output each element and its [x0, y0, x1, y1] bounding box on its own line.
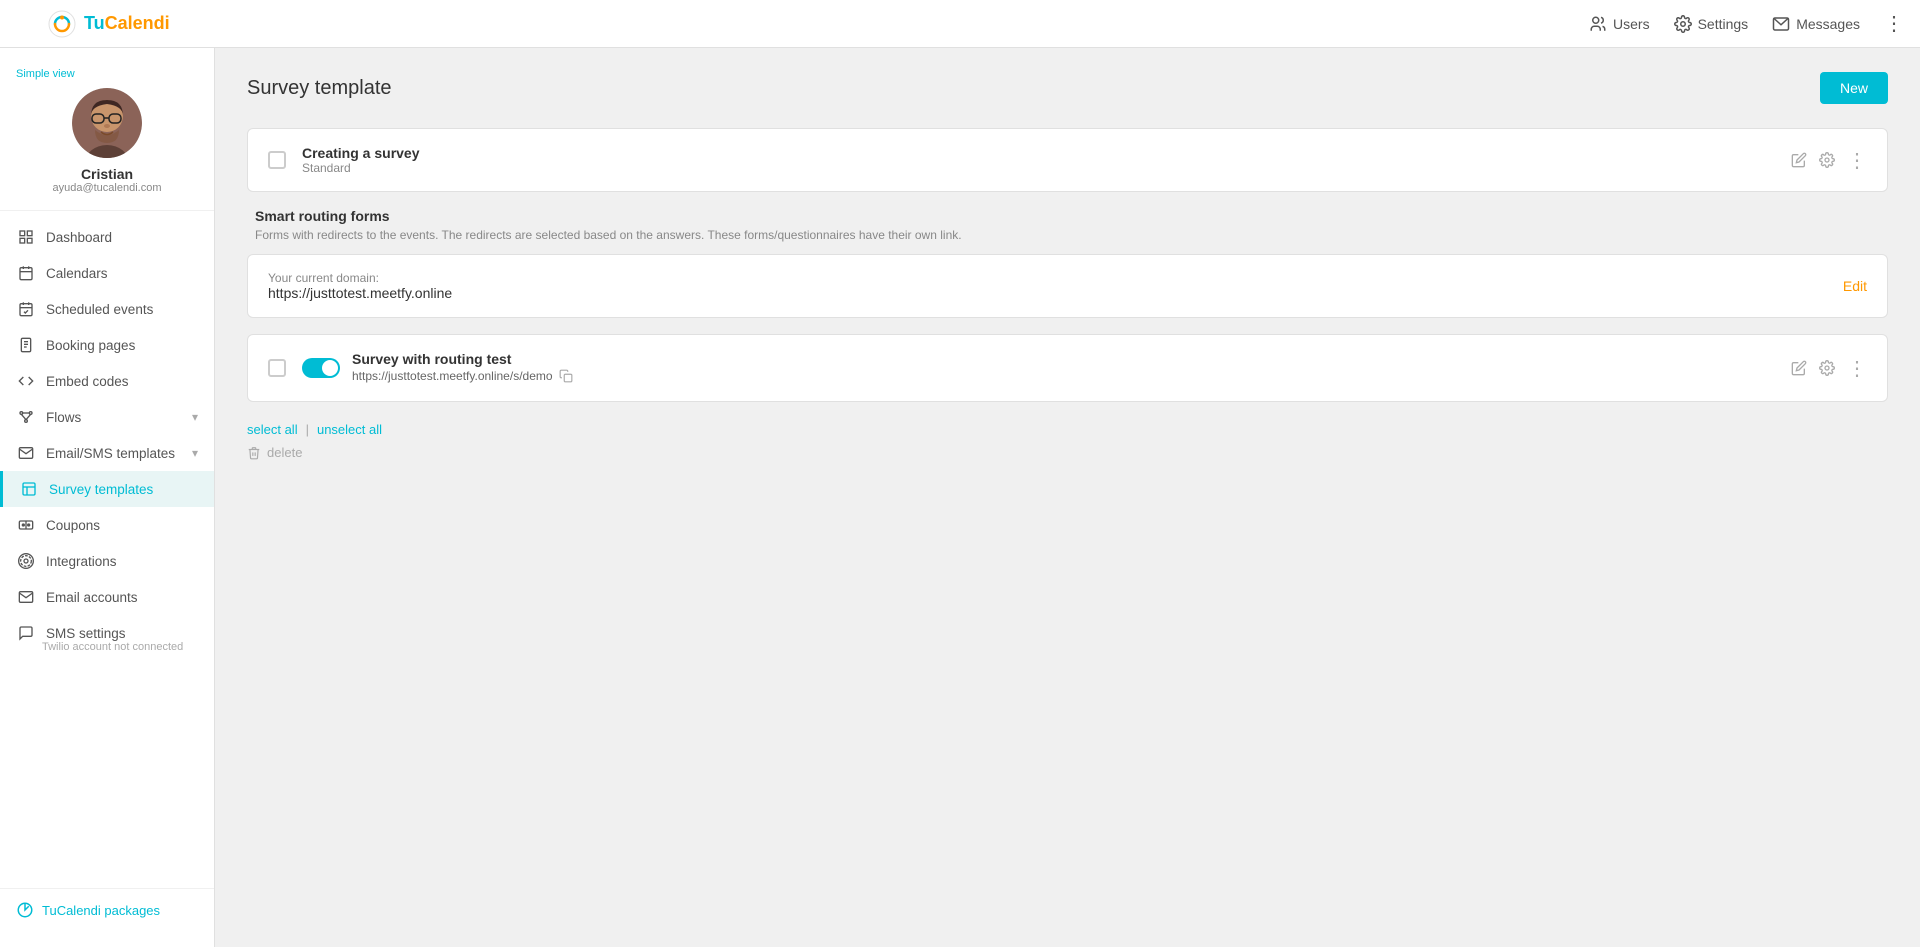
- standard-survey-card: Creating a survey Standard: [247, 128, 1888, 192]
- routing-survey-toggle[interactable]: [302, 358, 340, 378]
- survey-actions-1: ⋮: [1791, 148, 1867, 173]
- sidebar-item-email-sms-templates[interactable]: Email/SMS templates ▾: [0, 435, 214, 471]
- delete-label: delete: [267, 445, 302, 460]
- settings-survey-1-button[interactable]: [1819, 151, 1835, 169]
- smart-routing-section: Smart routing forms Forms with redirects…: [247, 208, 1888, 242]
- page-title: Survey template: [247, 77, 392, 100]
- sidebar-item-survey-templates[interactable]: Survey templates: [0, 471, 214, 507]
- calendars-icon: [16, 265, 36, 281]
- sidebar-bottom: TuCalendi packages: [0, 888, 214, 931]
- settings-icon: [1674, 15, 1692, 33]
- sidebar-item-coupons[interactable]: Coupons: [0, 507, 214, 543]
- flows-icon: [16, 409, 36, 425]
- menu-button[interactable]: [16, 17, 36, 31]
- smart-routing-title: Smart routing forms: [255, 208, 1880, 224]
- integrations-icon: [16, 553, 36, 569]
- survey-item-routing: Survey with routing test https://justtot…: [248, 335, 1887, 401]
- embed-icon: [16, 373, 36, 389]
- simple-view-label: Simple view: [16, 68, 75, 80]
- domain-label: Your current domain:: [268, 271, 452, 285]
- messages-nav-button[interactable]: Messages: [1772, 15, 1860, 33]
- routing-survey-card: Survey with routing test https://justtot…: [247, 334, 1888, 402]
- email-icon: [16, 589, 36, 605]
- survey-info-1: Creating a survey Standard: [302, 145, 1791, 175]
- copy-link-icon[interactable]: [559, 367, 573, 385]
- coupons-icon: [16, 517, 36, 533]
- package-icon: [16, 901, 34, 919]
- edit-survey-2-button[interactable]: [1791, 359, 1807, 377]
- unselect-all-link[interactable]: unselect all: [317, 422, 382, 437]
- email-sms-chevron-icon: ▾: [192, 446, 198, 460]
- logo-text: TuCalendi: [84, 13, 170, 34]
- dashboard-icon: [16, 229, 36, 245]
- survey-link: https://justtotest.meetfy.online/s/demo: [352, 369, 553, 383]
- survey-actions-2: ⋮: [1791, 356, 1867, 381]
- logo: TuCalendi: [48, 10, 170, 38]
- sidebar: Simple view: [0, 48, 215, 947]
- smart-routing-desc: Forms with redirects to the events. The …: [255, 228, 1880, 242]
- profile-name: Cristian: [81, 166, 133, 182]
- page-header: Survey template New: [247, 72, 1888, 104]
- settings-nav-button[interactable]: Settings: [1674, 15, 1749, 33]
- flows-chevron-icon: ▾: [192, 410, 198, 424]
- sidebar-item-sms-settings[interactable]: SMS settings Twilio account not connecte…: [0, 615, 214, 663]
- survey-type-1: Standard: [302, 161, 1791, 175]
- messages-icon: [1772, 15, 1790, 33]
- logo-icon: [48, 10, 76, 38]
- edit-domain-button[interactable]: Edit: [1843, 278, 1867, 294]
- booking-icon: [16, 337, 36, 353]
- avatar-image: [72, 88, 142, 158]
- domain-info: Your current domain: https://justtotest.…: [268, 271, 452, 301]
- sidebar-item-booking-pages[interactable]: Booking pages: [0, 327, 214, 363]
- settings-survey-2-button[interactable]: [1819, 359, 1835, 377]
- sidebar-item-email-accounts[interactable]: Email accounts: [0, 579, 214, 615]
- trash-icon: [247, 446, 261, 460]
- users-icon: [1589, 15, 1607, 33]
- sidebar-item-flows[interactable]: Flows ▾: [0, 399, 214, 435]
- domain-card: Your current domain: https://justtotest.…: [247, 254, 1888, 318]
- more-options-button[interactable]: ⋮: [1884, 11, 1904, 36]
- survey-icon: [19, 481, 39, 497]
- profile-email: ayuda@tucalendi.com: [52, 182, 161, 194]
- sidebar-item-dashboard[interactable]: Dashboard: [0, 219, 214, 255]
- sms-subtitle: Twilio account not connected: [42, 641, 183, 653]
- sms-icon: [16, 625, 36, 641]
- select-actions: select all | unselect all: [247, 418, 1888, 441]
- more-survey-1-button[interactable]: ⋮: [1847, 148, 1867, 173]
- scheduled-icon: [16, 301, 36, 317]
- select-separator: |: [306, 422, 309, 437]
- new-button[interactable]: New: [1820, 72, 1888, 104]
- edit-survey-1-button[interactable]: [1791, 151, 1807, 169]
- domain-value: https://justtotest.meetfy.online: [268, 285, 452, 301]
- tucalendi-packages-button[interactable]: TuCalendi packages: [16, 901, 198, 919]
- delete-action[interactable]: delete: [247, 445, 1888, 460]
- survey-name-1: Creating a survey: [302, 145, 1791, 161]
- survey-info-2: Survey with routing test https://justtot…: [352, 351, 1791, 385]
- main-content: Survey template New Creating a survey St…: [215, 48, 1920, 947]
- sidebar-profile: Simple view: [0, 48, 214, 211]
- avatar: [72, 88, 142, 158]
- users-nav-button[interactable]: Users: [1589, 15, 1650, 33]
- survey-name-2: Survey with routing test: [352, 351, 1791, 367]
- survey-checkbox-1[interactable]: [268, 151, 286, 169]
- sidebar-item-embed-codes[interactable]: Embed codes: [0, 363, 214, 399]
- top-navbar: TuCalendi Users Settings Messages ⋮: [0, 0, 1920, 48]
- email-sms-icon: [16, 445, 36, 461]
- sidebar-item-scheduled-events[interactable]: Scheduled events: [0, 291, 214, 327]
- sidebar-item-calendars[interactable]: Calendars: [0, 255, 214, 291]
- survey-link-row: https://justtotest.meetfy.online/s/demo: [352, 367, 1791, 385]
- sidebar-item-integrations[interactable]: Integrations: [0, 543, 214, 579]
- more-survey-2-button[interactable]: ⋮: [1847, 356, 1867, 381]
- survey-item-creating: Creating a survey Standard: [248, 129, 1887, 191]
- sidebar-menu: Dashboard Calendars: [0, 211, 214, 888]
- select-all-link[interactable]: select all: [247, 422, 298, 437]
- survey-checkbox-2[interactable]: [268, 359, 286, 377]
